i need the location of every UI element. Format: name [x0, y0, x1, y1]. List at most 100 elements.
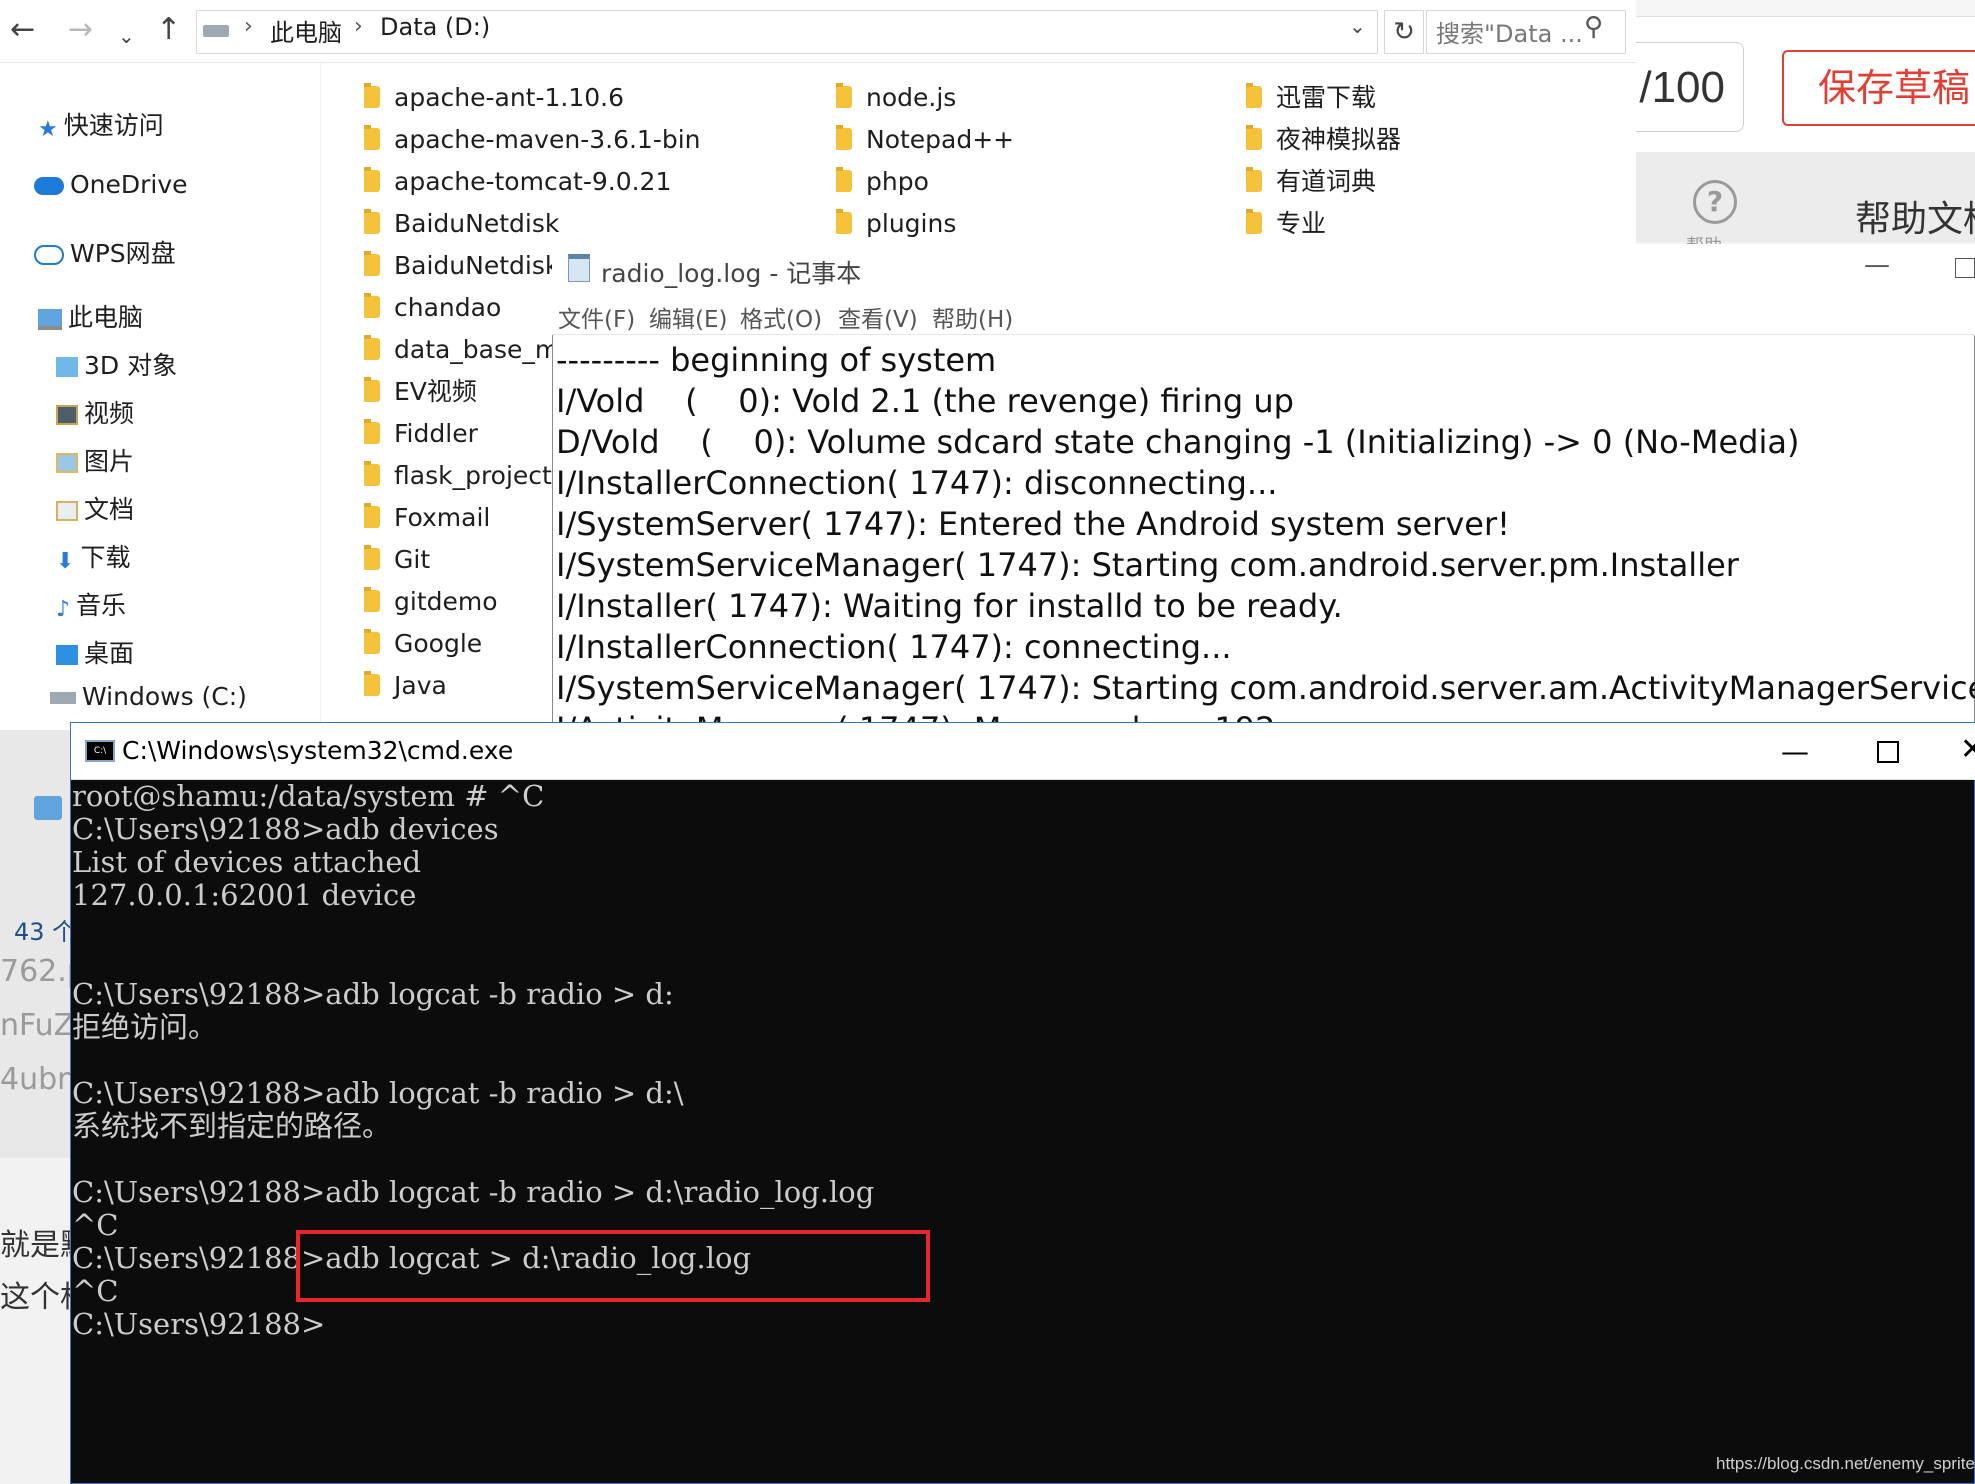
folder-item[interactable]: Java	[364, 669, 447, 703]
folder-item[interactable]: Git	[364, 543, 430, 577]
notepad-text-area[interactable]: --------- beginning of system I/Vold ( 0)…	[556, 340, 1975, 730]
console-line: List of devices attached	[72, 845, 422, 879]
help-doc-link[interactable]: 帮助文档	[1855, 190, 1975, 242]
folder-icon	[364, 335, 380, 360]
forward-button[interactable]: →	[68, 10, 93, 50]
folder-item[interactable]: Fiddler	[364, 417, 478, 451]
folder-icon	[1246, 209, 1262, 234]
console-line: C:\Users\92188>	[72, 1307, 326, 1341]
folder-item[interactable]: plugins	[836, 207, 956, 241]
log-line: I/Installer( 1747): Waiting for installd…	[556, 587, 1343, 625]
nav-videos[interactable]: 视频	[56, 394, 134, 430]
folder-item[interactable]: BaiduNetdisk	[364, 249, 559, 283]
nav-3d-objects[interactable]: 3D 对象	[56, 346, 177, 382]
folder-item[interactable]: flask_project	[364, 459, 552, 493]
folder-name: 有道词典	[1276, 167, 1377, 196]
folder-item[interactable]: Google	[364, 627, 482, 661]
nav-onedrive[interactable]: OneDrive	[34, 170, 188, 199]
nav-quick-access[interactable]: ★ 快速访问	[38, 106, 164, 142]
drive-icon	[203, 25, 229, 37]
folder-icon	[1246, 83, 1262, 108]
breadcrumb-separator: ›	[354, 14, 363, 39]
log-line: I/Vold ( 0): Vold 2.1 (the revenge) firi…	[556, 382, 1294, 420]
nav-pictures[interactable]: 图片	[56, 442, 134, 478]
menu-format[interactable]: 格式(O)	[740, 300, 822, 334]
folder-name: BaiduNetdisk	[394, 251, 560, 280]
folder-icon	[364, 293, 380, 318]
console-line: C:\Users\92188>adb logcat -b radio > d:	[72, 977, 674, 1011]
menu-view[interactable]: 查看(V)	[838, 300, 918, 334]
folder-item[interactable]: apache-ant-1.10.6	[364, 81, 624, 115]
menu-file[interactable]: 文件(F)	[558, 300, 635, 334]
log-line: I/InstallerConnection( 1747): disconnect…	[556, 464, 1278, 502]
folder-name: 迅雷下载	[1276, 83, 1377, 112]
nav-wps-cloud[interactable]: WPS网盘	[34, 234, 176, 270]
folder-item[interactable]: 夜神模拟器	[1246, 123, 1401, 157]
cmd-maximize-button[interactable]	[1877, 741, 1899, 763]
folder-item[interactable]: phpo	[836, 165, 929, 199]
folder-icon	[364, 671, 380, 696]
folder-item[interactable]: apache-maven-3.6.1-bin	[364, 123, 701, 157]
cmd-console-output[interactable]: root@shamu:/data/system # ^C C:\Users\921…	[72, 780, 1972, 1480]
folder-icon	[364, 503, 380, 528]
help-icon[interactable]: ?	[1693, 180, 1737, 224]
cmd-close-button[interactable]: ✕	[1960, 732, 1975, 767]
console-line: root@shamu:/data/system # ^C	[72, 780, 545, 813]
folder-icon	[364, 545, 380, 570]
folder-item[interactable]: 有道词典	[1246, 165, 1376, 199]
folder-icon	[836, 83, 852, 108]
notepad-minimize-button[interactable]: —	[1864, 250, 1890, 280]
folder-item[interactable]: apache-tomcat-9.0.21	[364, 165, 671, 199]
nav-documents[interactable]: 文档	[56, 490, 134, 526]
log-line: I/InstallerConnection( 1747): connecting…	[556, 628, 1232, 666]
log-line: I/SystemServiceManager( 1747): Starting …	[556, 669, 1975, 707]
folder-item[interactable]: BaiduNetdisk	[364, 207, 559, 241]
folder-item[interactable]: EV视频	[364, 375, 477, 409]
folder-icon	[364, 125, 380, 150]
up-button[interactable]: ↑	[156, 10, 181, 50]
notepad-maximize-button[interactable]	[1955, 258, 1975, 278]
folder-name: data_base_my	[394, 335, 575, 364]
folder-item[interactable]: data_base_my	[364, 333, 574, 367]
folder-icon	[1246, 125, 1262, 150]
breadcrumb-this-pc[interactable]: 此电脑	[270, 13, 342, 48]
nav-label: 文档	[84, 495, 135, 524]
folder-icon	[1246, 167, 1262, 192]
download-icon: ⬇	[56, 549, 75, 574]
menu-help[interactable]: 帮助(H)	[932, 300, 1013, 334]
search-icon[interactable]: ⚲	[1584, 12, 1603, 42]
back-button[interactable]: ←	[10, 10, 35, 50]
notepad-title: radio_log.log - 记事本	[601, 259, 862, 288]
log-line: D/Vold ( 0): Volume sdcard state changin…	[556, 423, 1800, 461]
folder-item[interactable]: Foxmail	[364, 501, 490, 535]
cloud-icon	[34, 177, 64, 195]
folder-name: gitdemo	[394, 587, 498, 616]
folder-item[interactable]: node.js	[836, 81, 956, 115]
folder-item[interactable]: 专业	[1246, 207, 1326, 241]
nav-desktop[interactable]: 桌面	[56, 634, 134, 670]
folder-name: phpo	[866, 167, 929, 196]
folder-name: node.js	[866, 83, 957, 112]
cmd-minimize-button[interactable]: —	[1781, 735, 1809, 768]
folder-item[interactable]: Notepad++	[836, 123, 1014, 157]
nav-windows-drive[interactable]: Windows (C:)	[50, 682, 247, 711]
save-draft-button[interactable]: 保存草稿	[1782, 50, 1975, 126]
folder-name: EV视频	[394, 377, 477, 406]
watermark-text: https://blog.csdn.net/enemy_sprites	[1716, 1454, 1975, 1473]
folder-name: Foxmail	[394, 503, 491, 532]
console-line: 系统找不到指定的路径。	[72, 1109, 392, 1143]
recent-locations-button[interactable]: ⌄	[118, 16, 135, 56]
folder-item[interactable]: gitdemo	[364, 585, 498, 619]
refresh-button[interactable]: ↻	[1384, 10, 1424, 54]
folder-item[interactable]: chandao	[364, 291, 501, 325]
nav-downloads[interactable]: ⬇ 下载	[56, 538, 130, 574]
folder-item[interactable]: 迅雷下载	[1246, 81, 1376, 115]
menu-edit[interactable]: 编辑(E)	[649, 300, 727, 334]
breadcrumb-data-drive[interactable]: Data (D:)	[380, 13, 490, 41]
nav-music[interactable]: ♪ 音乐	[56, 586, 126, 622]
chevron-down-icon[interactable]: ⌄	[1349, 14, 1366, 38]
path-input[interactable]	[196, 10, 1378, 54]
folder-icon	[364, 83, 380, 108]
nav-this-pc[interactable]: 此电脑	[38, 298, 143, 334]
